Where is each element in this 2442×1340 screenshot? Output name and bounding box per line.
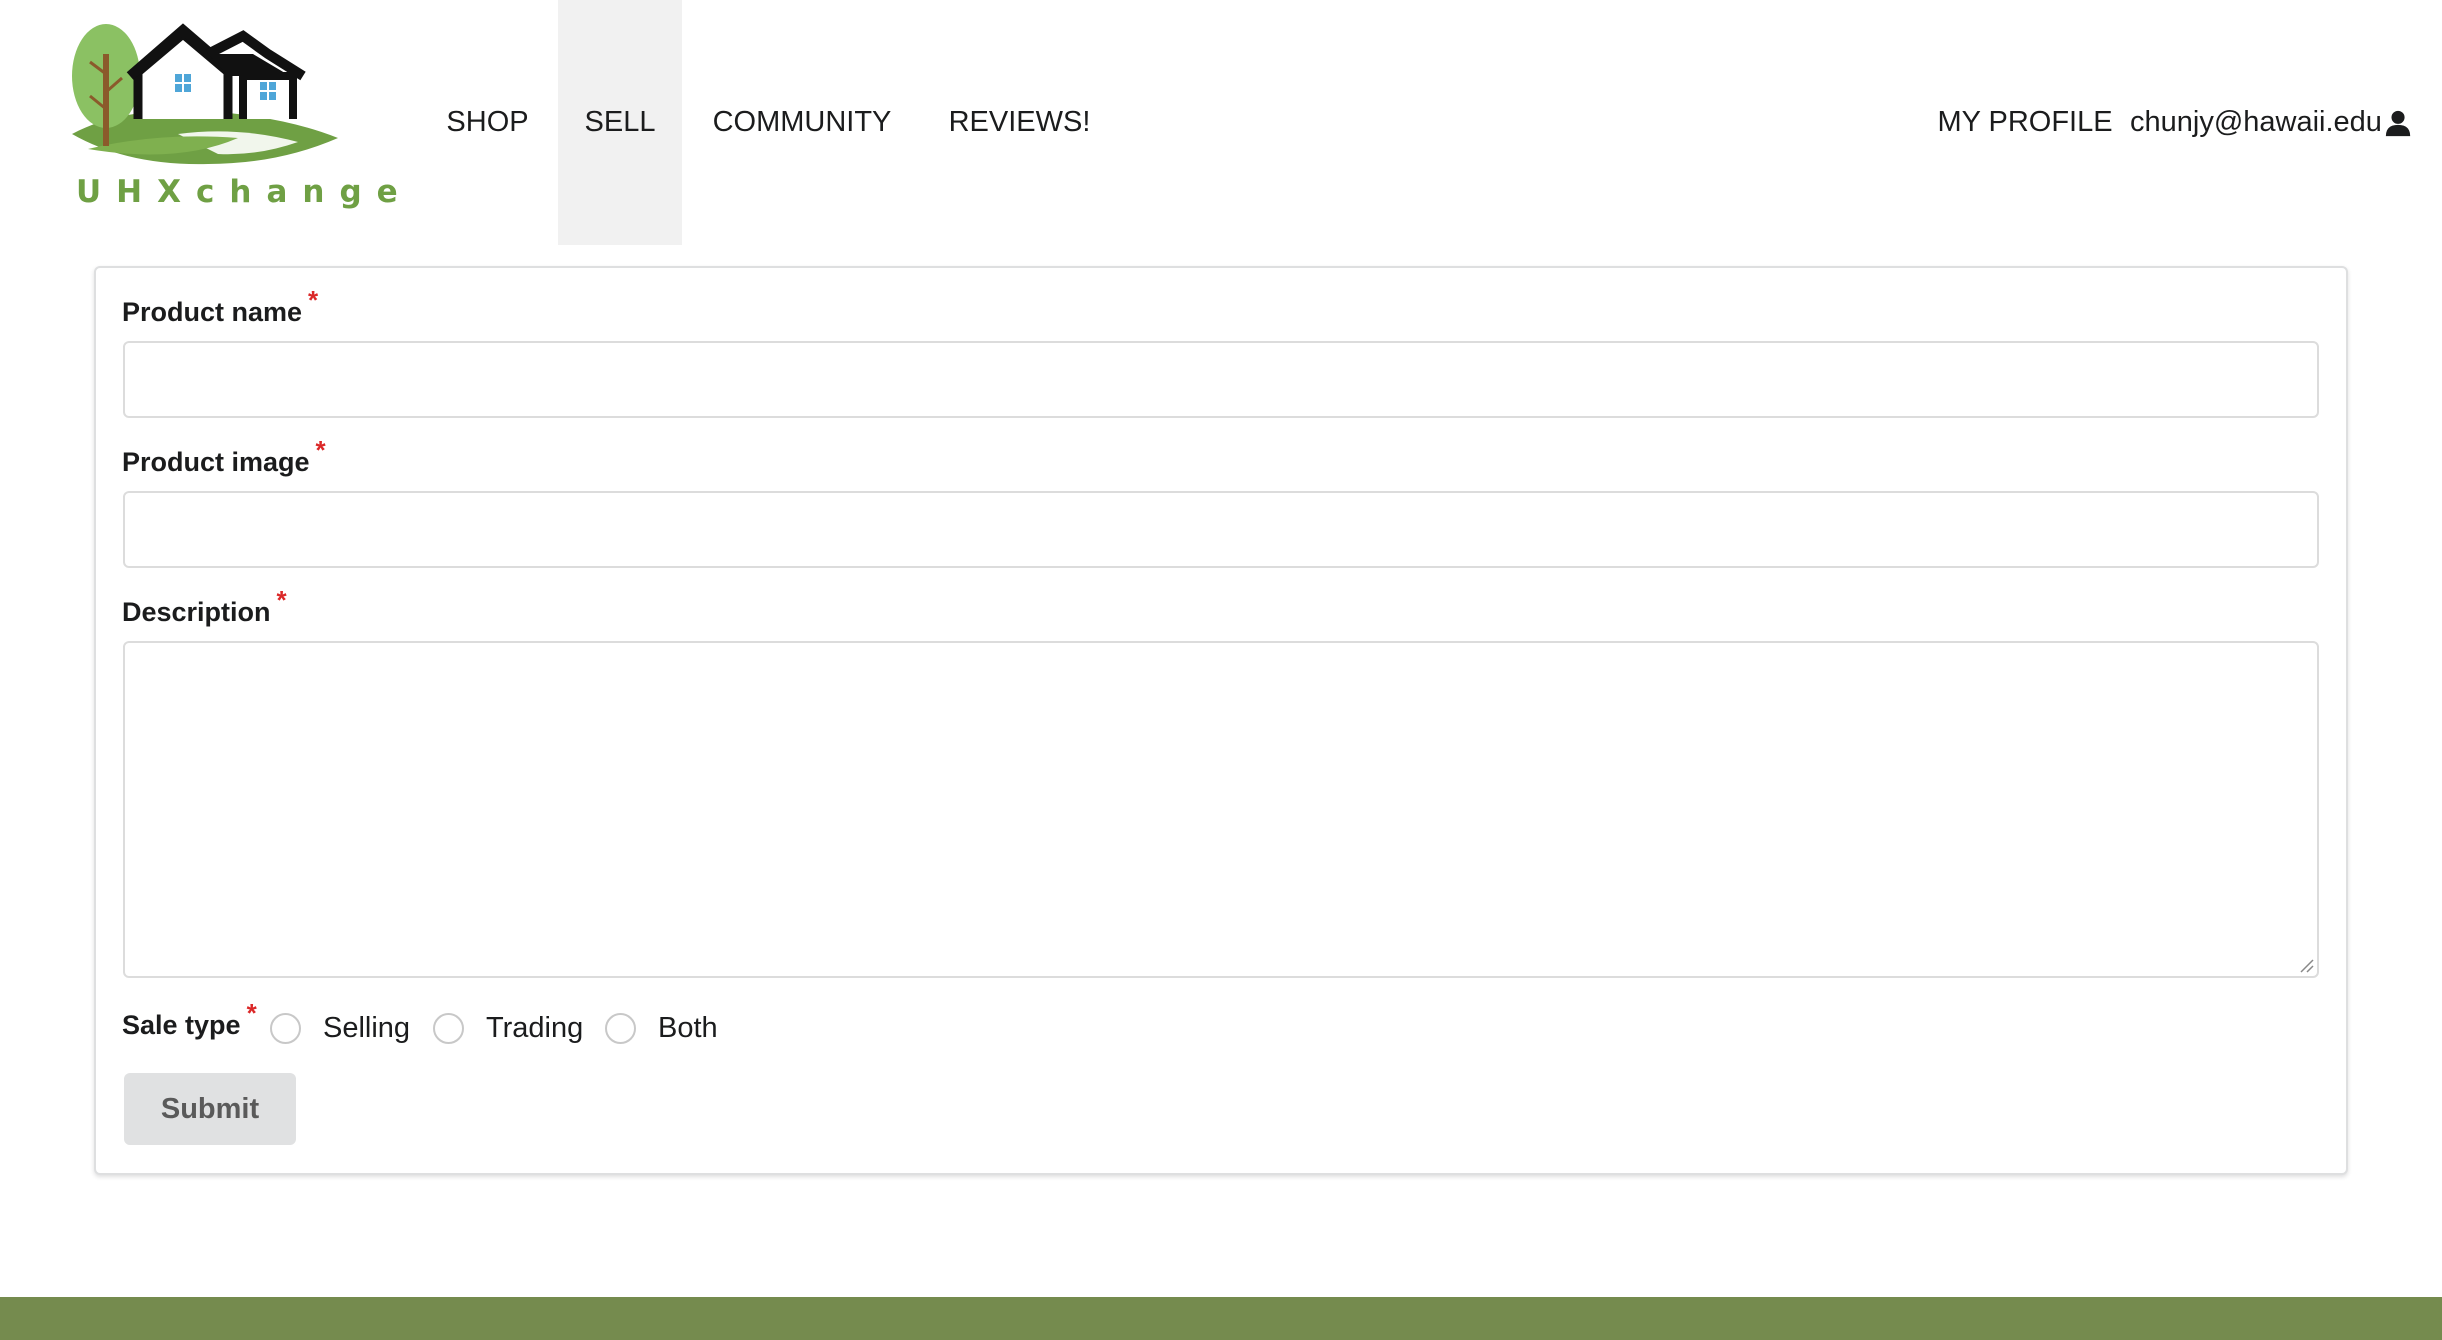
product-image-label: Product image * <box>122 435 326 478</box>
required-mark: * <box>308 285 319 315</box>
user-icon <box>2385 110 2411 136</box>
radio-circle-icon[interactable] <box>605 1012 636 1044</box>
sale-type-label-text: Sale type <box>122 1010 241 1040</box>
nav-user-menu[interactable]: chunjy@hawaii.edu <box>2130 0 2412 245</box>
description-label: Description * <box>122 585 287 628</box>
radio-label: Trading <box>486 1011 584 1044</box>
nav-community[interactable]: COMMUNITY <box>690 0 914 245</box>
submit-button[interactable]: Submit <box>124 1073 296 1145</box>
product-image-label-text: Product image <box>122 447 310 477</box>
nav-reviews[interactable]: REVIEWS! <box>922 0 1117 245</box>
product-name-label-text: Product name <box>122 297 303 327</box>
user-email: chunjy@hawaii.edu <box>2130 106 2382 138</box>
sale-type-trading-radio[interactable]: Trading <box>433 1008 583 1048</box>
resize-handle-icon[interactable] <box>2297 956 2315 974</box>
uhxchange-logo[interactable]: UHXchange <box>68 14 413 214</box>
top-navbar: UHXchange SHOP SELL COMMUNITY REVIEWS! M… <box>0 0 2442 245</box>
required-mark: * <box>315 435 326 465</box>
radio-circle-icon[interactable] <box>433 1012 464 1044</box>
product-name-input[interactable] <box>123 341 2319 418</box>
nav-sell[interactable]: SELL <box>558 0 682 245</box>
product-image-input[interactable] <box>123 491 2319 568</box>
required-mark: * <box>276 585 287 615</box>
nav-my-profile[interactable]: MY PROFILE <box>1925 0 2125 245</box>
description-label-text: Description <box>122 597 271 627</box>
radio-circle-icon[interactable] <box>270 1012 301 1044</box>
sale-type-both-radio[interactable]: Both <box>605 1008 718 1048</box>
sale-type-label: Sale type * <box>122 998 257 1041</box>
radio-label: Selling <box>323 1011 411 1044</box>
nav-shop[interactable]: SHOP <box>425 0 550 245</box>
product-name-label: Product name * <box>122 285 318 328</box>
sale-type-selling-radio[interactable]: Selling <box>270 1008 410 1048</box>
footer-bar <box>0 1297 2442 1340</box>
logo-wordmark: UHXchange <box>76 174 413 210</box>
logo-houses-icon <box>72 23 338 165</box>
radio-label: Both <box>658 1011 718 1044</box>
description-textarea[interactable] <box>123 641 2319 978</box>
required-mark: * <box>246 998 257 1028</box>
